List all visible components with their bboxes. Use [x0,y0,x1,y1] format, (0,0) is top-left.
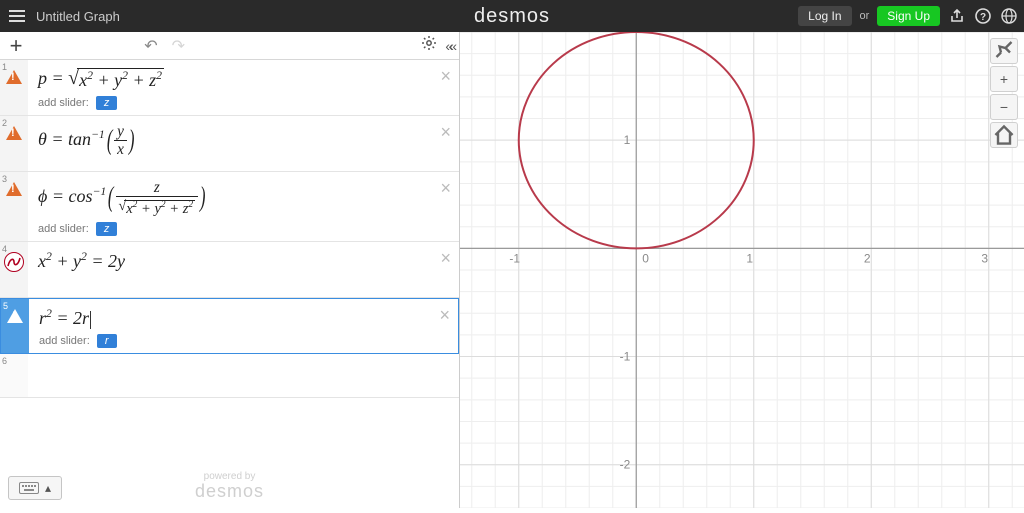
svg-text:3: 3 [981,251,988,265]
expression-math[interactable]: θ = tan−1(yx) [38,129,136,149]
signup-button[interactable]: Sign Up [877,6,940,26]
graph-settings-button[interactable] [990,38,1018,64]
expression-row-active[interactable]: 5 r2 = 2r add slider: r × [0,298,459,354]
login-button[interactable]: Log In [798,6,851,26]
expression-row-empty[interactable]: 6 [0,354,459,398]
topbar: Untitled Graph desmos Log In or Sign Up … [0,0,1024,32]
add-slider-button[interactable]: r [97,334,117,348]
expression-math[interactable]: p = √x2 + y2 + z2 [38,68,164,88]
graph-area[interactable]: -1 0 1 2 3 -2 -1 1 + − [460,32,1024,508]
settings-icon[interactable] [421,35,437,56]
expression-row[interactable]: 4 x2 + y2 = 2y × [0,242,459,298]
warning-icon [6,182,22,196]
menu-icon[interactable] [6,5,28,27]
warning-icon [6,70,22,84]
expression-row[interactable]: 2 θ = tan−1(yx) × [0,116,459,172]
svg-text:2: 2 [864,251,871,265]
keyboard-toggle-button[interactable]: ▴ [8,476,62,500]
delete-row-button[interactable]: × [440,122,451,143]
text-caret [90,311,91,329]
row-index: 4 [2,244,7,254]
delete-row-button[interactable]: × [440,248,451,269]
svg-text:?: ? [980,12,986,23]
expression-panel: + ↶ ↷ «« 1 p = √x2 + y2 + z2 add slider:… [0,32,460,508]
warning-icon [7,309,23,323]
svg-text:1: 1 [746,251,753,265]
expression-row[interactable]: 3 ϕ = cos−1(z√x2 + y2 + z2) add slider: … [0,172,459,242]
add-expression-button[interactable]: + [6,33,26,59]
redo-button[interactable]: ↷ [172,36,185,56]
brand-logo: desmos [474,5,550,28]
expression-math[interactable]: x2 + y2 = 2y [38,251,125,271]
delete-row-button[interactable]: × [440,178,451,199]
add-slider-button[interactable]: z [96,222,118,236]
plot-enabled-icon [4,252,24,272]
graph-title[interactable]: Untitled Graph [36,9,120,24]
zoom-in-button[interactable]: + [990,66,1018,92]
undo-button[interactable]: ↶ [144,36,157,56]
chevron-up-icon: ▴ [45,481,51,495]
slider-prompt: add slider: z [38,97,449,109]
expression-list: 1 p = √x2 + y2 + z2 add slider: z × 2 θ … [0,60,459,508]
share-icon[interactable] [948,7,966,25]
expression-math[interactable]: r2 = 2r [39,308,91,328]
language-icon[interactable] [1000,7,1018,25]
svg-text:0: 0 [642,251,649,265]
svg-text:-1: -1 [509,251,520,265]
keyboard-icon [19,482,39,494]
expression-row[interactable]: 1 p = √x2 + y2 + z2 add slider: z × [0,60,459,116]
svg-text:-1: -1 [620,350,631,364]
or-text: or [860,10,870,22]
slider-prompt: add slider: z [38,223,449,235]
graph-tools: + − [990,38,1018,148]
graph-canvas[interactable]: -1 0 1 2 3 -2 -1 1 [460,32,1024,508]
delete-row-button[interactable]: × [440,66,451,87]
svg-text:1: 1 [624,133,631,147]
svg-text:-2: -2 [620,458,631,472]
zoom-out-button[interactable]: − [990,94,1018,120]
slider-prompt: add slider: r [39,335,448,347]
collapse-panel-button[interactable]: «« [445,38,453,54]
delete-row-button[interactable]: × [439,305,450,326]
help-icon[interactable]: ? [974,7,992,25]
powered-by: powered by desmos [195,471,264,502]
expression-math[interactable]: ϕ = cos−1(z√x2 + y2 + z2) [38,186,207,206]
add-slider-button[interactable]: z [96,96,118,110]
warning-icon [6,126,22,140]
row-index: 6 [2,356,7,366]
expression-toolbar: + ↶ ↷ «« [0,32,459,60]
home-button[interactable] [990,122,1018,148]
